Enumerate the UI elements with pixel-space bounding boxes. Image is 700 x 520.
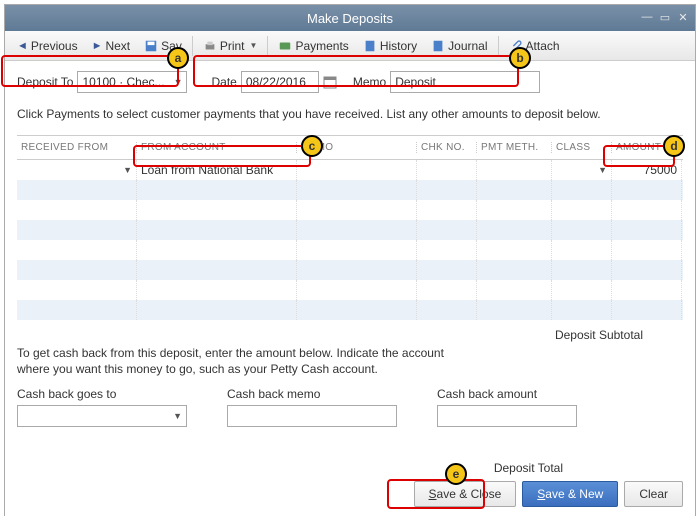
callout-b: b [509, 47, 531, 69]
deposit-to-select[interactable]: 10100 · Chec... ▼ [77, 71, 187, 93]
grid-body: ▼ Loan from National Bank ▼ 75000 [17, 160, 683, 320]
content: Deposit To 10100 · Chec... ▼ Date 08/22/… [5, 61, 695, 517]
table-row[interactable] [17, 180, 683, 200]
cell-amount[interactable]: 75000 [612, 160, 682, 180]
save-new-button[interactable]: Save & New [522, 481, 618, 507]
history-label: History [380, 39, 417, 53]
header-chk-no: CHK NO. [417, 142, 477, 153]
date-label: Date [211, 75, 236, 89]
help-text: Click Payments to select customer paymen… [17, 107, 683, 121]
table-row[interactable] [17, 240, 683, 260]
journal-label: Journal [448, 39, 487, 53]
payments-button[interactable]: Payments [272, 36, 354, 56]
table-row[interactable] [17, 220, 683, 240]
print-label: Print [220, 39, 245, 53]
memo-value: Deposit [395, 75, 436, 89]
callout-a: a [167, 47, 189, 69]
cashback-memo-input[interactable] [227, 405, 397, 427]
cashback-amount-input[interactable] [437, 405, 577, 427]
deposit-to-label: Deposit To [17, 75, 73, 89]
window-title: Make Deposits [307, 11, 393, 26]
calendar-icon[interactable] [323, 75, 337, 89]
cashback-help: To get cash back from this deposit, ente… [17, 346, 683, 377]
previous-button[interactable]: ◄ Previous [11, 36, 84, 56]
toolbar: ◄ Previous ► Next Sav Print ▼ Payments H… [5, 31, 695, 61]
header-pmt-meth: PMT METH. [477, 142, 552, 153]
callout-e: e [445, 463, 467, 485]
memo-field: Memo Deposit [353, 71, 540, 93]
memo-label: Memo [353, 75, 386, 89]
cell-from-account[interactable]: Loan from National Bank [137, 160, 297, 180]
date-input[interactable]: 08/22/2016 [241, 71, 319, 93]
table-row[interactable] [17, 200, 683, 220]
deposit-grid: RECEIVED FROM FROM ACCOUNT MEMO CHK NO. … [17, 135, 683, 320]
date-field: Date 08/22/2016 [211, 71, 336, 93]
cell-received-from[interactable]: ▼ [17, 160, 137, 180]
deposit-subtotal-label: Deposit Subtotal [17, 320, 683, 346]
callout-c: c [301, 135, 323, 157]
cashback-amount-label: Cash back amount [437, 387, 577, 401]
table-row[interactable] [17, 260, 683, 280]
deposit-total-label: Deposit Total [17, 461, 683, 475]
header-class: CLASS [552, 142, 612, 153]
cell-chk-no[interactable] [417, 160, 477, 180]
deposit-to-value: 10100 · Chec... [82, 75, 164, 89]
titlebar: Make Deposits — ▭ ✕ [5, 5, 695, 31]
cell-memo[interactable] [297, 160, 417, 180]
separator [192, 36, 193, 56]
table-row[interactable] [17, 300, 683, 320]
print-button[interactable]: Print ▼ [197, 36, 264, 56]
table-row[interactable]: ▼ Loan from National Bank ▼ 75000 [17, 160, 683, 180]
arrow-left-icon: ◄ [17, 40, 28, 52]
attach-label: Attach [526, 39, 560, 53]
deposit-to-field: Deposit To 10100 · Chec... ▼ [17, 71, 187, 93]
header-received-from: RECEIVED FROM [17, 142, 137, 153]
journal-button[interactable]: Journal [425, 36, 493, 56]
payments-icon [278, 39, 292, 53]
cashback-memo-label: Cash back memo [227, 387, 397, 401]
cashback-goes-to-select[interactable]: ▼ [17, 405, 187, 427]
payments-label: Payments [295, 39, 348, 53]
arrow-right-icon: ► [92, 40, 103, 52]
journal-icon [431, 39, 445, 53]
save-icon [144, 39, 158, 53]
save-close-button[interactable]: Save & Close [414, 481, 517, 507]
callout-d: d [663, 135, 685, 157]
next-label: Next [105, 39, 130, 53]
chevron-down-icon: ▼ [250, 41, 258, 50]
save-close-label: a [437, 487, 444, 501]
print-icon [203, 39, 217, 53]
grid-header: RECEIVED FROM FROM ACCOUNT MEMO CHK NO. … [17, 136, 683, 160]
cell-pmt-meth[interactable] [477, 160, 552, 180]
make-deposits-window: Make Deposits — ▭ ✕ ◄ Previous ► Next Sa… [4, 4, 696, 516]
maximize-button[interactable]: ▭ [657, 9, 673, 25]
separator [498, 36, 499, 56]
table-row[interactable] [17, 280, 683, 300]
clear-button[interactable]: Clear [624, 481, 683, 507]
cashback-goes-to-label: Cash back goes to [17, 387, 187, 401]
header-from-account: FROM ACCOUNT [137, 142, 297, 153]
minimize-button[interactable]: — [639, 9, 655, 25]
history-button[interactable]: History [357, 36, 423, 56]
memo-input[interactable]: Deposit [390, 71, 540, 93]
close-button[interactable]: ✕ [675, 9, 691, 25]
date-value: 08/22/2016 [246, 75, 306, 89]
cell-class[interactable]: ▼ [552, 160, 612, 180]
history-icon [363, 39, 377, 53]
next-button[interactable]: ► Next [86, 36, 137, 56]
separator [267, 36, 268, 56]
previous-label: Previous [31, 39, 78, 53]
chevron-down-icon: ▼ [174, 77, 183, 87]
